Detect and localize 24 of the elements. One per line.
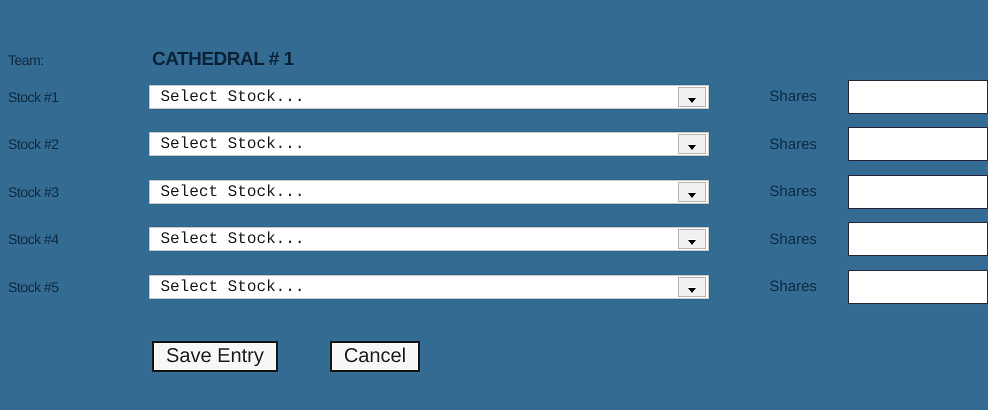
team-label: Team: xyxy=(8,52,45,68)
shares-input[interactable] xyxy=(848,174,988,209)
stock-label: Stock #4 xyxy=(8,231,60,248)
shares-input[interactable] xyxy=(848,127,988,162)
shares-label: Shares xyxy=(769,278,818,296)
stock-dropdown[interactable]: Select Stock... xyxy=(149,180,710,204)
shares-label: Shares xyxy=(769,230,818,248)
stock-label: Stock #5 xyxy=(8,278,60,295)
shares-label: Shares xyxy=(769,136,818,153)
team-name: CATHEDRAL # 1 xyxy=(152,49,294,71)
stock-label: Stock #1 xyxy=(8,88,60,105)
cancel-button[interactable]: Cancel xyxy=(330,340,420,372)
save-entry-button[interactable]: Save Entry xyxy=(152,340,278,372)
shares-label: Shares xyxy=(769,183,818,200)
stock-label: Stock #3 xyxy=(8,184,60,200)
shares-input[interactable] xyxy=(848,270,988,304)
shares-input[interactable] xyxy=(848,80,988,114)
shares-label: Shares xyxy=(769,88,818,106)
stock-dropdown[interactable]: Select Stock... xyxy=(149,274,710,299)
shares-input[interactable] xyxy=(848,222,988,256)
stock-label: Stock #2 xyxy=(8,136,60,152)
stock-dropdown[interactable]: Select Stock... xyxy=(149,84,710,109)
stock-dropdown[interactable]: Select Stock... xyxy=(149,227,710,252)
stock-dropdown[interactable]: Select Stock... xyxy=(149,132,710,156)
